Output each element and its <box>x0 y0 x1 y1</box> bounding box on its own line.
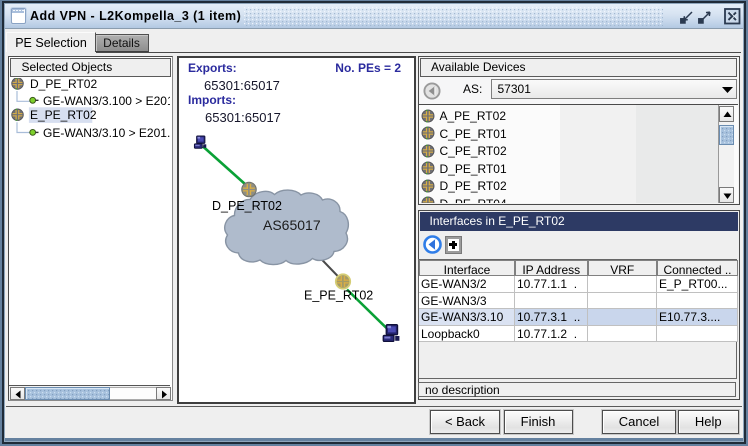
svg-text:E_PE_RT02: E_PE_RT02 <box>304 288 373 302</box>
svg-text:D_PE_RT02: D_PE_RT02 <box>212 199 282 213</box>
svg-text:AS65017: AS65017 <box>263 217 321 233</box>
